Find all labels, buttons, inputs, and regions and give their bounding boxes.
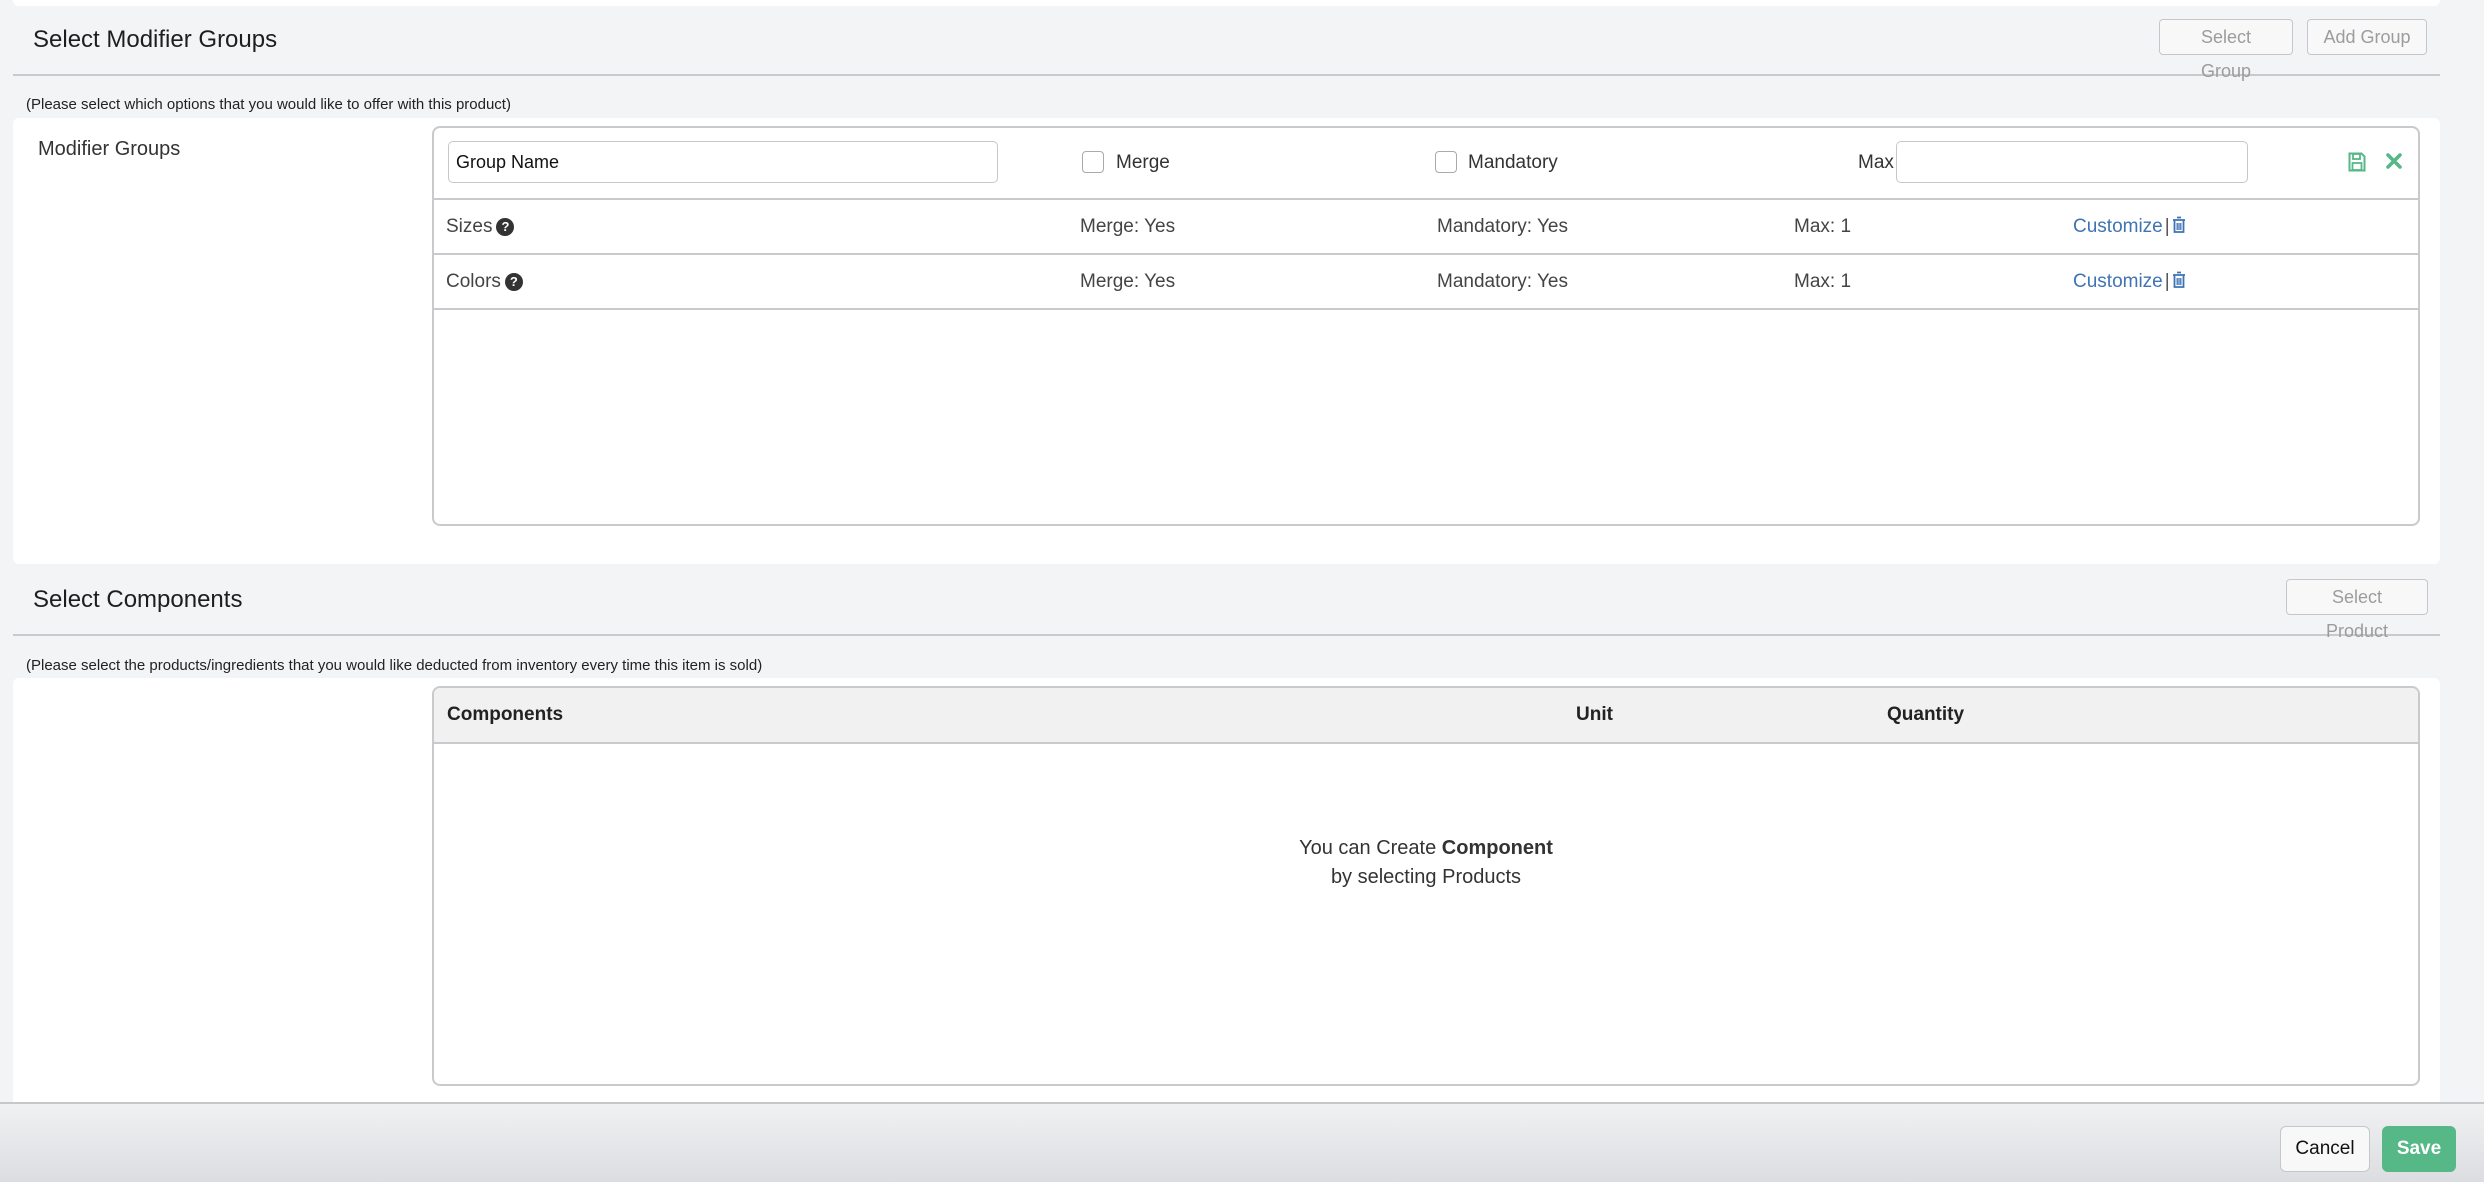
group-actions: Customize | xyxy=(2073,271,2186,295)
add-group-button[interactable]: Add Group xyxy=(2307,19,2427,55)
components-table: Components Unit Quantity You can Create … xyxy=(432,686,2420,1086)
separator: | xyxy=(2164,216,2170,237)
section-title-modifier-groups: Select Modifier Groups xyxy=(33,26,278,53)
customize-link[interactable]: Customize xyxy=(2073,216,2163,237)
separator: | xyxy=(2164,271,2170,292)
select-product-button[interactable]: Select Product xyxy=(2286,579,2428,641)
max-label: Max xyxy=(1858,152,1894,173)
group-max-value: Max: 1 xyxy=(1794,271,1852,292)
modifier-group-row: Colors? Merge: Yes Mandatory: Yes Max: 1… xyxy=(434,255,2418,310)
empty-message-prefix: You can Create xyxy=(1299,837,1442,859)
group-mandatory-value: Mandatory: Yes xyxy=(1437,271,1568,292)
modifier-groups-table: Merge Mandatory Max Sizes? Merge: Yes Ma… xyxy=(432,126,2420,526)
help-icon[interactable]: ? xyxy=(496,218,515,236)
modifier-groups-hint: (Please select which options that you wo… xyxy=(26,96,511,113)
product-modifiers-page: Select Modifier Groups Select Group Add … xyxy=(0,0,2484,1182)
modifier-group-row: Sizes? Merge: Yes Mandatory: Yes Max: 1 … xyxy=(434,200,2418,255)
help-icon[interactable]: ? xyxy=(504,273,523,291)
empty-message-line-2: by selecting Products xyxy=(1330,866,1522,888)
group-name-input[interactable] xyxy=(448,141,998,183)
mandatory-label: Mandatory xyxy=(1468,152,1558,173)
mandatory-checkbox[interactable] xyxy=(1435,151,1457,173)
group-name-text: Sizes xyxy=(446,216,493,237)
footer-bar: Cancel Save xyxy=(0,1102,2484,1182)
merge-label: Merge xyxy=(1116,152,1170,173)
close-x-icon[interactable] xyxy=(2386,153,2402,174)
group-merge-value: Merge: Yes xyxy=(1080,216,1176,237)
group-max-value: Max: 1 xyxy=(1794,216,1852,237)
empty-message-line-1: You can Create Component xyxy=(434,834,2418,863)
group-name: Colors? xyxy=(446,271,523,293)
max-input[interactable] xyxy=(1896,141,2248,183)
components-hint: (Please select the products/ingredients … xyxy=(26,657,763,674)
merge-checkbox[interactable] xyxy=(1082,151,1104,173)
select-group-button[interactable]: Select Group xyxy=(2159,19,2293,81)
components-header: Select Components Select Product xyxy=(13,566,2440,641)
group-name: Sizes? xyxy=(446,216,515,238)
empty-components-message: You can Create Component by selecting Pr… xyxy=(434,834,2418,892)
column-header-unit: Unit xyxy=(1576,704,1613,725)
floppy-disk-icon[interactable] xyxy=(2348,152,2366,177)
section-title-components: Select Components xyxy=(33,586,243,613)
empty-message-bold: Component xyxy=(1441,837,1553,859)
group-merge-value: Merge: Yes xyxy=(1080,271,1176,292)
customize-link[interactable]: Customize xyxy=(2073,271,2163,292)
modifier-groups-header: Select Modifier Groups Select Group Add … xyxy=(13,6,2440,81)
cancel-button[interactable]: Cancel xyxy=(2280,1126,2370,1172)
group-mandatory-value: Mandatory: Yes xyxy=(1437,216,1568,237)
components-table-header: Components Unit Quantity xyxy=(434,688,2418,744)
trash-icon[interactable] xyxy=(2172,271,2186,294)
new-group-edit-row: Merge Mandatory Max xyxy=(434,128,2418,200)
modifier-groups-label: Modifier Groups xyxy=(38,138,181,160)
column-header-components: Components xyxy=(447,704,564,725)
trash-icon[interactable] xyxy=(2172,216,2186,239)
group-name-text: Colors xyxy=(446,271,501,292)
save-button[interactable]: Save xyxy=(2382,1126,2456,1172)
group-actions: Customize | xyxy=(2073,216,2186,240)
column-header-quantity: Quantity xyxy=(1887,704,1965,725)
